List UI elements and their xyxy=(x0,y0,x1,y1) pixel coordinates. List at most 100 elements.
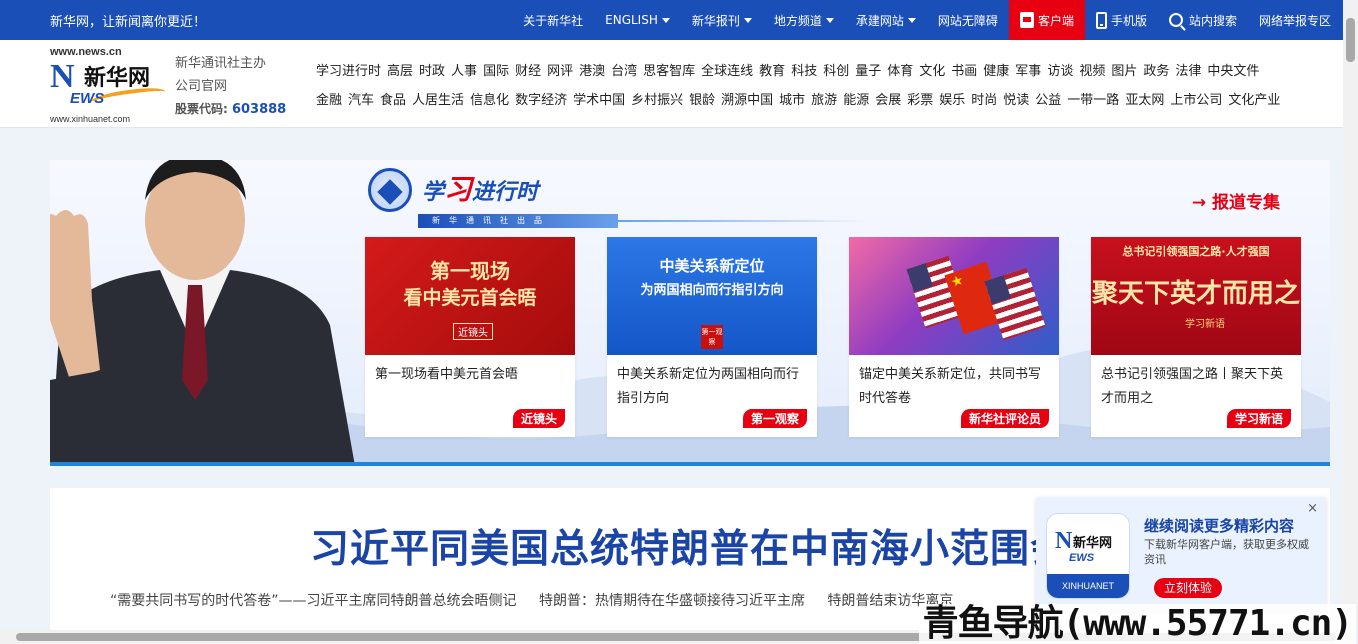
card-thumbnail-flags[interactable] xyxy=(849,237,1059,355)
top-nav: 关于新华社 ENGLISH 新华报刊 地方频道 承建网站 网站无障碍 客户端 手… xyxy=(512,0,1342,40)
category-nav-item[interactable]: 科技 xyxy=(791,60,817,79)
category-nav-item[interactable]: 悦读 xyxy=(1003,89,1029,108)
close-icon[interactable]: × xyxy=(1307,501,1318,516)
category-nav-item[interactable]: 上市公司 xyxy=(1170,89,1222,108)
top-nav-newspapers[interactable]: 新华报刊 xyxy=(681,0,763,40)
category-nav-item[interactable]: 教育 xyxy=(759,60,785,79)
news-cards: 第一现场 看中美元首会晤 近镜头 第一现场看中美元首会晤 近镜头 中美关系新定位… xyxy=(365,237,1305,437)
category-nav-item[interactable]: 信息化 xyxy=(470,89,509,108)
category-nav-item[interactable]: 彩票 xyxy=(907,89,933,108)
category-nav-item[interactable]: 亚太网 xyxy=(1125,89,1164,108)
top-nav-mobile[interactable]: 手机版 xyxy=(1085,0,1158,40)
watermark: 青鱼导航(www.55771.cn) xyxy=(918,604,1356,644)
category-nav-item[interactable]: 文化产业 xyxy=(1228,89,1280,108)
category-nav-item[interactable]: 港澳 xyxy=(579,60,605,79)
special-report-link[interactable]: → 报道专集 xyxy=(1192,188,1280,213)
category-nav-item[interactable]: 旅游 xyxy=(811,89,837,108)
category-nav-item[interactable]: 人居生活 xyxy=(412,89,464,108)
headline-subs: “需要共同书写的时代答卷”——习近平主席同特朗普总统会晤侧记 特朗普：热情期待在… xyxy=(110,590,971,610)
category-nav-item[interactable]: 汽车 xyxy=(348,89,374,108)
category-nav-item[interactable]: 访谈 xyxy=(1047,60,1073,79)
try-now-button[interactable]: 立刻体验 xyxy=(1154,578,1222,598)
category-nav-item[interactable]: 银龄 xyxy=(689,89,715,108)
vertical-scrollbar-thumb[interactable] xyxy=(1346,18,1355,62)
top-nav-about[interactable]: 关于新华社 xyxy=(512,0,594,40)
category-nav-item[interactable]: 城市 xyxy=(779,89,805,108)
xinhua-logo[interactable]: www.news.cn N 新华网 EWS www.xinhuanet.com xyxy=(50,46,168,124)
category-nav-item[interactable]: 全球连线 xyxy=(701,60,753,79)
news-card[interactable]: 中美关系新定位 为两国相向而行指引方向 第一观察 中美关系新定位为两国相向而行指… xyxy=(607,237,817,437)
top-nav-label: 关于新华社 xyxy=(523,13,584,28)
category-nav-item[interactable]: 数字经济 xyxy=(515,89,567,108)
stock-code-value[interactable]: 603888 xyxy=(232,102,286,117)
vertical-scrollbar[interactable] xyxy=(1343,0,1358,630)
org-info: 新华通讯社主办 公司官网 股票代码: 603888 xyxy=(175,52,286,121)
headline-sub-link[interactable]: 特朗普：热情期待在华盛顿接待习近平主席 xyxy=(539,593,805,609)
study-logo[interactable]: 学习进行时 新华通讯社出品 xyxy=(368,162,868,230)
client-app-icon xyxy=(1019,12,1034,28)
top-nav-accessibility[interactable]: 网站无障碍 xyxy=(927,0,1009,40)
study-subtitle: 新华通讯社出品 xyxy=(418,214,618,228)
top-nav-search[interactable]: 站内搜索 xyxy=(1158,0,1248,40)
top-nav-local-channels[interactable]: 地方频道 xyxy=(763,0,845,40)
category-nav-item[interactable]: 思客智库 xyxy=(643,60,695,79)
category-nav-item[interactable]: 文化 xyxy=(919,60,945,79)
category-nav-item[interactable]: 娱乐 xyxy=(939,89,965,108)
category-nav-item[interactable]: 政务 xyxy=(1143,60,1169,79)
news-card[interactable]: 第一现场 看中美元首会晤 近镜头 第一现场看中美元首会晤 近镜头 xyxy=(365,237,575,437)
category-nav-item[interactable]: 食品 xyxy=(380,89,406,108)
card-tag[interactable]: 学习新语 xyxy=(1226,409,1291,428)
top-nav-label: 承建网站 xyxy=(855,13,904,28)
category-nav-item[interactable]: 公益 xyxy=(1035,89,1061,108)
site-header: www.news.cn N 新华网 EWS www.xinhuanet.com … xyxy=(0,40,1343,128)
card-thumbnail[interactable]: 总书记引领强国之路·人才强国 聚天下英才而用之 学习新语 xyxy=(1091,237,1301,355)
news-card[interactable]: 总书记引领强国之路·人才强国 聚天下英才而用之 学习新语 总书记引领强国之路丨聚… xyxy=(1091,237,1301,437)
category-nav-item[interactable]: 溯源中国 xyxy=(721,89,773,108)
category-nav-item[interactable]: 法律 xyxy=(1175,60,1201,79)
news-card[interactable]: 锚定中美关系新定位，共同书写时代答卷 新华社评论员 xyxy=(849,237,1059,437)
category-nav-item[interactable]: 健康 xyxy=(983,60,1009,79)
thumb-line1: 中美关系新定位 xyxy=(659,257,765,275)
category-nav-item[interactable]: 时政 xyxy=(419,60,445,79)
category-nav-item[interactable]: 中央文件 xyxy=(1207,60,1259,79)
category-nav-item[interactable]: 视频 xyxy=(1079,60,1105,79)
card-tag[interactable]: 新华社评论员 xyxy=(960,409,1049,428)
top-nav-report[interactable]: 网络举报专区 xyxy=(1248,0,1342,40)
chevron-down-icon xyxy=(661,17,670,23)
category-nav-item[interactable]: 体育 xyxy=(887,60,913,79)
category-nav-item[interactable]: 网评 xyxy=(547,60,573,79)
top-nav-client-app[interactable]: 客户端 xyxy=(1008,0,1085,40)
card-thumbnail[interactable]: 第一现场 看中美元首会晤 近镜头 xyxy=(365,237,575,355)
leader-portrait xyxy=(50,160,355,462)
category-nav-item[interactable]: 国际 xyxy=(483,60,509,79)
category-nav-item[interactable]: 一带一路 xyxy=(1067,89,1119,108)
category-nav-item[interactable]: 乡村振兴 xyxy=(631,89,683,108)
card-tag[interactable]: 第一观察 xyxy=(742,409,807,428)
top-nav-hosted-sites[interactable]: 承建网站 xyxy=(845,0,927,40)
category-nav-item[interactable]: 人事 xyxy=(451,60,477,79)
category-nav-item[interactable]: 量子 xyxy=(855,60,881,79)
app-logo-foot: XINHUANET xyxy=(1047,574,1129,598)
category-nav-item[interactable]: 科创 xyxy=(823,60,849,79)
category-nav-item[interactable]: 图片 xyxy=(1111,60,1137,79)
category-nav-item[interactable]: 金融 xyxy=(316,89,342,108)
category-nav-item[interactable]: 时尚 xyxy=(971,89,997,108)
study-banner: 学习进行时 新华通讯社出品 → 报道专集 第一现场 看中美元首会晤 近镜头 第一… xyxy=(50,160,1330,466)
xinhua-emblem-icon xyxy=(368,168,412,212)
top-nav-english[interactable]: ENGLISH xyxy=(594,0,681,40)
category-nav-item[interactable]: 会展 xyxy=(875,89,901,108)
category-nav-item[interactable]: 能源 xyxy=(843,89,869,108)
category-nav-item[interactable]: 学术中国 xyxy=(573,89,625,108)
category-nav-item[interactable]: 高层 xyxy=(387,60,413,79)
card-tag[interactable]: 近镜头 xyxy=(512,409,565,428)
category-nav-item[interactable]: 财经 xyxy=(515,60,541,79)
category-nav-item[interactable]: 军事 xyxy=(1015,60,1041,79)
app-logo-ews: EWS xyxy=(1069,552,1095,564)
category-nav-item[interactable]: 书画 xyxy=(951,60,977,79)
logo-url-bottom: www.xinhuanet.com xyxy=(50,114,131,124)
top-nav-label: 网站无障碍 xyxy=(937,13,998,28)
card-thumbnail[interactable]: 中美关系新定位 为两国相向而行指引方向 第一观察 xyxy=(607,237,817,355)
headline-sub-link[interactable]: “需要共同书写的时代答卷”——习近平主席同特朗普总统会晤侧记 xyxy=(110,593,517,609)
category-nav-item[interactable]: 台湾 xyxy=(611,60,637,79)
category-nav-item[interactable]: 学习进行时 xyxy=(316,60,381,79)
